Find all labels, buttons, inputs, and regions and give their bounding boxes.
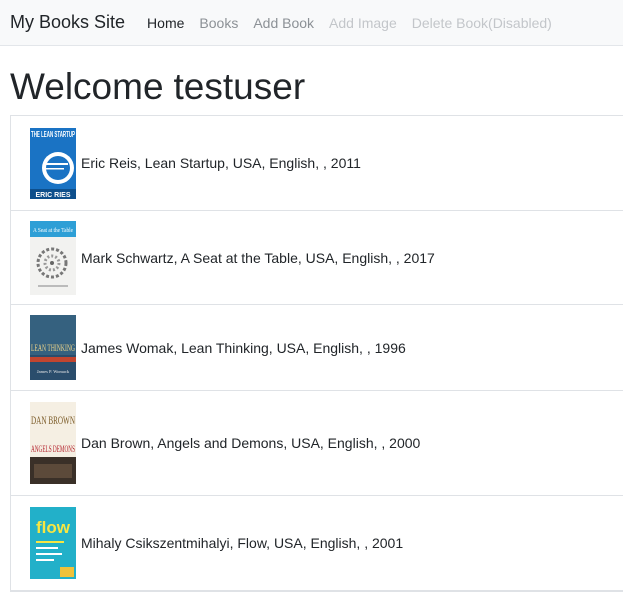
- navbar: My Books Site Home Books Add Book Add Im…: [0, 0, 623, 46]
- nav-links: Home Books Add Book Add Image Delete Boo…: [147, 15, 567, 31]
- nav-delete-book: Delete Book(Disabled): [411, 14, 552, 31]
- nav-books[interactable]: Books: [199, 15, 238, 31]
- cover-author: DAN BROWN: [31, 413, 75, 427]
- lean-thinking-cover-icon[interactable]: LEAN THINKING James P. Womack: [30, 315, 76, 380]
- book-list-item[interactable]: THE LEAN STARTUP ERIC RIES Eric Reis, Le…: [11, 116, 623, 211]
- flow-cover-icon[interactable]: flow: [30, 507, 76, 579]
- book-text[interactable]: Dan Brown, Angels and Demons, USA, Engli…: [81, 435, 420, 451]
- book-list-item[interactable]: LEAN THINKING James P. Womack James Woma…: [11, 305, 623, 391]
- lean-startup-cover-icon[interactable]: THE LEAN STARTUP ERIC RIES: [30, 127, 76, 199]
- cover-title: LEAN THINKING: [31, 343, 75, 353]
- cover-author: ERIC RIES: [35, 192, 70, 199]
- cover-title: THE LEAN STARTUP: [31, 130, 75, 139]
- book-text[interactable]: Mihaly Csikszentmihalyi, Flow, USA, Engl…: [81, 535, 403, 551]
- welcome-prefix: Welcome: [10, 66, 164, 107]
- cover-title: flow: [36, 518, 71, 537]
- cover-author: James P. Womack: [37, 369, 70, 374]
- nav-add-image: Add Image: [329, 14, 397, 31]
- page-title: Welcome testuser: [10, 63, 305, 111]
- nav-home[interactable]: Home: [147, 15, 184, 31]
- cover-title: ANGELS DEMONS: [31, 444, 75, 454]
- book-list-item[interactable]: flow Mihaly Csikszentmihalyi, Flow, USA,…: [11, 496, 623, 591]
- angels-demons-cover-icon[interactable]: DAN BROWN ANGELS DEMONS: [30, 402, 76, 484]
- book-list-item[interactable]: DAN BROWN ANGELS DEMONS Dan Brown, Angel…: [11, 391, 623, 496]
- book-text[interactable]: Eric Reis, Lean Startup, USA, English, ,…: [81, 155, 361, 171]
- cover-title: A Seat at the Table: [33, 228, 73, 234]
- book-list-item[interactable]: A Seat at the Table Mark Schwartz, A Sea…: [11, 211, 623, 305]
- book-text[interactable]: Mark Schwartz, A Seat at the Table, USA,…: [81, 250, 435, 266]
- brand-link[interactable]: My Books Site: [10, 12, 125, 33]
- welcome-username: testuser: [173, 66, 306, 107]
- book-text[interactable]: James Womak, Lean Thinking, USA, English…: [81, 340, 406, 356]
- seat-at-table-cover-icon[interactable]: A Seat at the Table: [30, 220, 76, 295]
- nav-add-book[interactable]: Add Book: [253, 15, 314, 31]
- book-list: THE LEAN STARTUP ERIC RIES Eric Reis, Le…: [10, 115, 623, 592]
